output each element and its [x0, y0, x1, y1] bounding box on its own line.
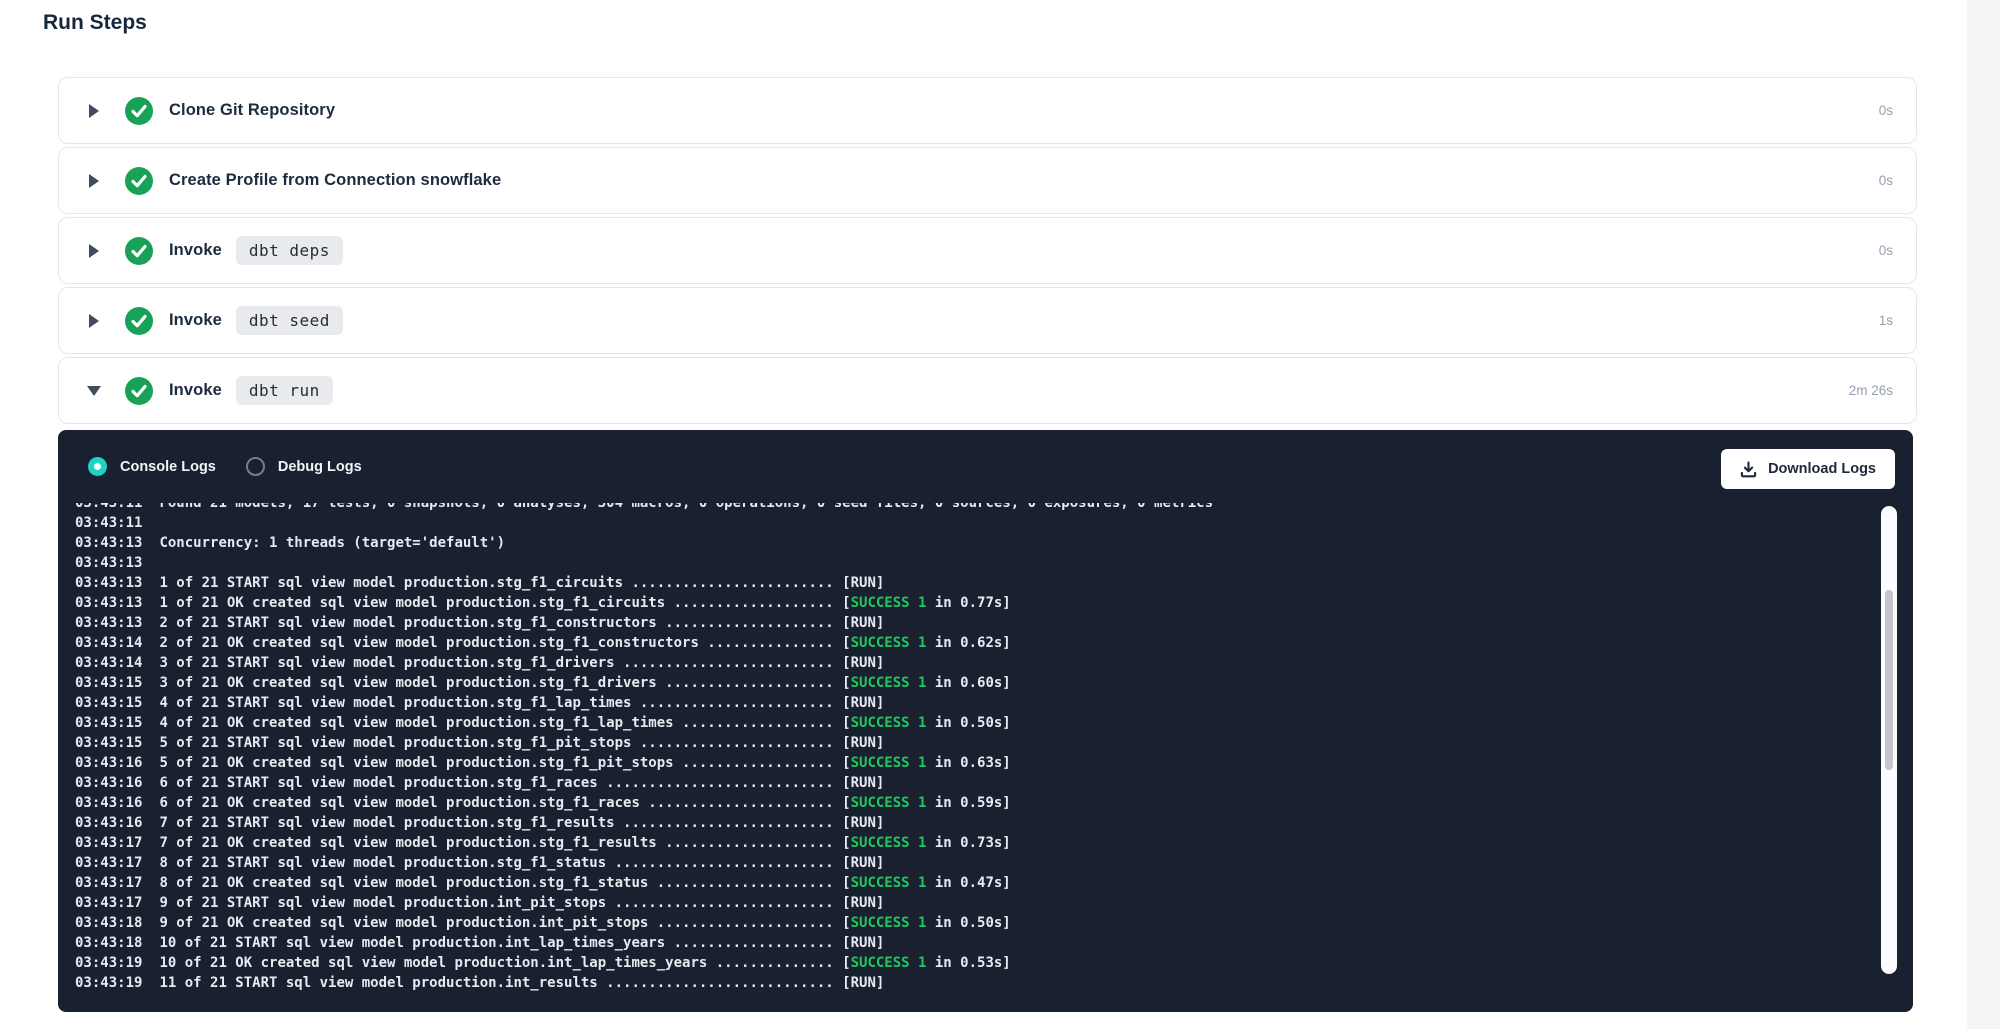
console-scrollbar-track[interactable] [1881, 506, 1897, 974]
radio-unselected-icon[interactable] [246, 457, 265, 476]
log-line: 03:43:143 of 21 START sql view model pro… [75, 653, 1873, 673]
log-type-radio-group: Console Logs Debug Logs [88, 430, 362, 503]
radio-selected-icon[interactable] [88, 457, 107, 476]
collapse-caret-icon[interactable] [87, 386, 101, 396]
success-check-icon [125, 167, 153, 195]
step-row-invoke-dbt-deps[interactable]: Invoke dbt deps 0s [58, 217, 1917, 284]
debug-logs-label[interactable]: Debug Logs [278, 459, 362, 475]
step-row-invoke-dbt-run[interactable]: Invoke dbt run 2m 26s [58, 357, 1917, 424]
log-line: 03:43:11 [75, 513, 1873, 533]
step-label: Invoke [169, 311, 222, 330]
log-line: 03:43:1911 of 21 START sql view model pr… [75, 973, 1873, 993]
step-row-create-profile[interactable]: Create Profile from Connection snowflake… [58, 147, 1917, 214]
log-line: 03:43:131 of 21 OK created sql view mode… [75, 593, 1873, 613]
step-duration: 0s [1879, 243, 1893, 258]
step-label: Invoke [169, 241, 222, 260]
success-check-icon [125, 97, 153, 125]
page-right-gutter [1967, 0, 2000, 1029]
page-title: Run Steps [43, 11, 147, 35]
step-duration: 1s [1879, 313, 1893, 328]
step-row-clone-git-repository[interactable]: Clone Git Repository 0s [58, 77, 1917, 144]
log-line: 03:43:166 of 21 START sql view model pro… [75, 773, 1873, 793]
debug-logs-radio[interactable]: Debug Logs [246, 457, 362, 476]
console-logs-label[interactable]: Console Logs [120, 459, 216, 475]
expand-caret-icon[interactable] [87, 104, 101, 118]
log-line: 03:43:131 of 21 START sql view model pro… [75, 573, 1873, 593]
log-line: 03:43:166 of 21 OK created sql view mode… [75, 793, 1873, 813]
step-label: Invoke [169, 381, 222, 400]
command-chip: dbt seed [236, 306, 343, 335]
expand-caret-icon[interactable] [87, 314, 101, 328]
log-line: 03:43:189 of 21 OK created sql view mode… [75, 913, 1873, 933]
log-line: 03:43:1910 of 21 OK created sql view mod… [75, 953, 1873, 973]
log-line: 03:43:178 of 21 START sql view model pro… [75, 853, 1873, 873]
log-line: 03:43:154 of 21 START sql view model pro… [75, 693, 1873, 713]
command-chip: dbt run [236, 376, 333, 405]
step-label: Clone Git Repository [169, 101, 335, 120]
console-log-viewport[interactable]: 03:43:11Found 21 models, 17 tests, 0 sna… [58, 503, 1873, 1008]
step-duration: 0s [1879, 103, 1893, 118]
console-logs-radio[interactable]: Console Logs [88, 457, 216, 476]
log-line: 03:43:132 of 21 START sql view model pro… [75, 613, 1873, 633]
download-logs-label: Download Logs [1768, 461, 1876, 477]
log-line: 03:43:154 of 21 OK created sql view mode… [75, 713, 1873, 733]
log-line: 03:43:178 of 21 OK created sql view mode… [75, 873, 1873, 893]
command-chip: dbt deps [236, 236, 343, 265]
success-check-icon [125, 307, 153, 335]
log-line: 03:43:167 of 21 START sql view model pro… [75, 813, 1873, 833]
log-line: 03:43:153 of 21 OK created sql view mode… [75, 673, 1873, 693]
expand-caret-icon[interactable] [87, 244, 101, 258]
log-toolbar: Console Logs Debug Logs Download Logs [58, 430, 1913, 503]
step-label: Create Profile from Connection snowflake [169, 171, 501, 190]
log-line: 03:43:177 of 21 OK created sql view mode… [75, 833, 1873, 853]
step-duration: 0s [1879, 173, 1893, 188]
log-line: 03:43:155 of 21 START sql view model pro… [75, 733, 1873, 753]
log-line: 03:43:13 [75, 553, 1873, 573]
step-row-invoke-dbt-seed[interactable]: Invoke dbt seed 1s [58, 287, 1917, 354]
console-scrollbar-thumb[interactable] [1885, 590, 1893, 770]
log-line: 03:43:142 of 21 OK created sql view mode… [75, 633, 1873, 653]
log-line: 03:43:179 of 21 START sql view model pro… [75, 893, 1873, 913]
console-log-content: 03:43:11Found 21 models, 17 tests, 0 sna… [75, 503, 1873, 993]
success-check-icon [125, 377, 153, 405]
log-line: 03:43:11Found 21 models, 17 tests, 0 sna… [75, 503, 1873, 513]
download-logs-button[interactable]: Download Logs [1721, 449, 1895, 489]
step-duration: 2m 26s [1849, 383, 1893, 398]
download-icon [1740, 461, 1757, 478]
log-line: 03:43:1810 of 21 START sql view model pr… [75, 933, 1873, 953]
log-viewer-panel: Console Logs Debug Logs Download Logs 03… [58, 430, 1913, 1012]
log-line: 03:43:13Concurrency: 1 threads (target='… [75, 533, 1873, 553]
success-check-icon [125, 237, 153, 265]
log-line: 03:43:165 of 21 OK created sql view mode… [75, 753, 1873, 773]
expand-caret-icon[interactable] [87, 174, 101, 188]
run-steps-list: Clone Git Repository 0s Create Profile f… [58, 77, 1917, 424]
